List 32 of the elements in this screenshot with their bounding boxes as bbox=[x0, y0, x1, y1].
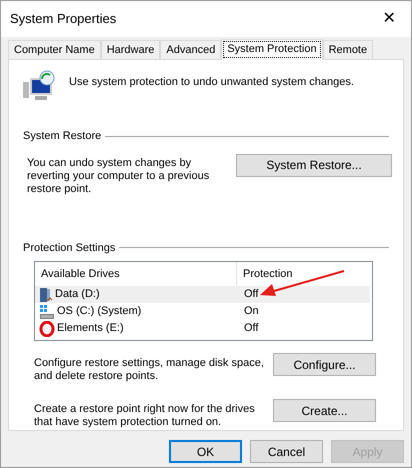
ring-icon bbox=[39, 320, 55, 336]
tab[interactable]: System Protection bbox=[221, 39, 323, 60]
drive-icon bbox=[39, 286, 53, 302]
group-heading: Protection Settings bbox=[23, 240, 116, 256]
dialog-button[interactable]: Cancel bbox=[250, 440, 323, 463]
drive-name: Elements (E:) bbox=[57, 321, 124, 336]
description-text: Configure restore settings, manage disk space, and delete restore points. bbox=[34, 357, 265, 383]
tab[interactable]: Remote bbox=[322, 40, 374, 59]
window-title: System Properties bbox=[10, 10, 116, 28]
system-restore-button[interactable]: System Restore... bbox=[236, 154, 392, 176]
group-heading: System Restore bbox=[23, 129, 102, 144]
protection-status: On bbox=[243, 304, 259, 320]
dialog-button[interactable]: OK bbox=[169, 440, 242, 463]
drive-name: Data (D:) bbox=[55, 287, 100, 302]
tab[interactable]: Hardware bbox=[100, 40, 160, 59]
description-text: You can undo system changes by reverting your computer to a previous restore point. bbox=[27, 156, 210, 196]
drive-row[interactable]: OS (C:) (System) On bbox=[35, 303, 370, 320]
tab[interactable]: Advanced bbox=[160, 40, 222, 59]
protection-status: Off bbox=[243, 321, 258, 336]
drive-row[interactable]: Elements (E:) Off bbox=[35, 320, 370, 337]
description-text: Create a restore point right now for the drives that have system protection turned on. bbox=[34, 403, 256, 429]
windows-drive-icon bbox=[39, 304, 55, 320]
drive-row[interactable]: Data (D:) Off bbox=[35, 286, 370, 303]
column-header[interactable]: Protection bbox=[237, 266, 293, 282]
tab[interactable]: Computer Name bbox=[8, 40, 101, 59]
protection-status: Off bbox=[243, 287, 258, 302]
configure-button[interactable]: Configure... bbox=[273, 353, 376, 376]
computer-restore-icon bbox=[23, 70, 57, 102]
create-button[interactable]: Create... bbox=[273, 399, 376, 422]
close-button[interactable]: ✕ bbox=[367, 1, 411, 37]
drive-name: OS (C:) (System) bbox=[57, 304, 142, 320]
intro-text: Use system protection to undo unwanted system changes. bbox=[69, 75, 354, 90]
